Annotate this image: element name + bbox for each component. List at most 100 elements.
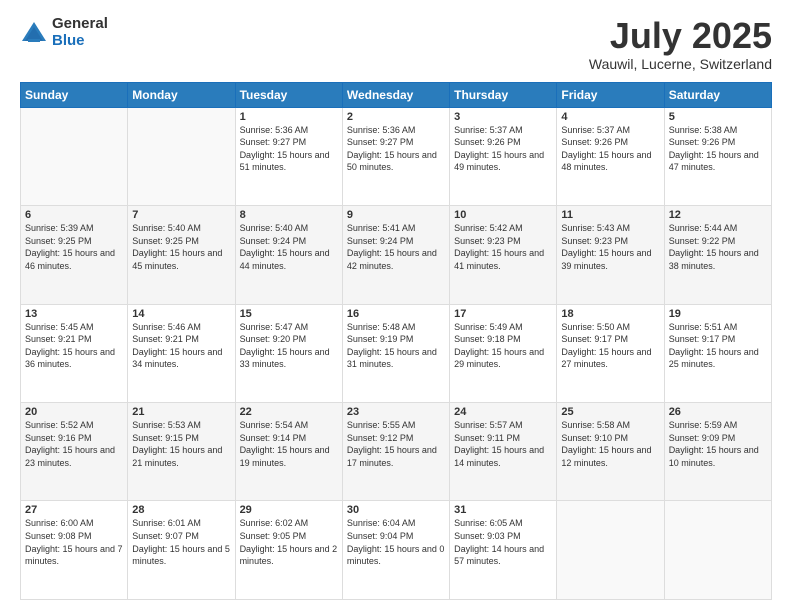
calendar-day-cell: 3Sunrise: 5:37 AMSunset: 9:26 PMDaylight…: [450, 107, 557, 205]
day-number: 11: [561, 209, 659, 221]
calendar-day-cell: 20Sunrise: 5:52 AMSunset: 9:16 PMDayligh…: [21, 403, 128, 501]
day-info: Sunrise: 5:54 AMSunset: 9:14 PMDaylight:…: [240, 419, 338, 469]
day-of-week-header: Tuesday: [235, 82, 342, 107]
page: General Blue July 2025 Wauwil, Lucerne, …: [0, 0, 792, 612]
day-number: 1: [240, 111, 338, 123]
day-number: 13: [25, 308, 123, 320]
day-of-week-header: Thursday: [450, 82, 557, 107]
day-info: Sunrise: 5:43 AMSunset: 9:23 PMDaylight:…: [561, 222, 659, 272]
day-number: 7: [132, 209, 230, 221]
day-number: 19: [669, 308, 767, 320]
day-info: Sunrise: 6:02 AMSunset: 9:05 PMDaylight:…: [240, 517, 338, 567]
calendar-day-cell: 30Sunrise: 6:04 AMSunset: 9:04 PMDayligh…: [342, 501, 449, 600]
day-info: Sunrise: 6:00 AMSunset: 9:08 PMDaylight:…: [25, 517, 123, 567]
calendar-day-cell: 8Sunrise: 5:40 AMSunset: 9:24 PMDaylight…: [235, 206, 342, 304]
day-info: Sunrise: 5:57 AMSunset: 9:11 PMDaylight:…: [454, 419, 552, 469]
calendar-day-cell: 26Sunrise: 5:59 AMSunset: 9:09 PMDayligh…: [664, 403, 771, 501]
day-number: 31: [454, 504, 552, 516]
day-info: Sunrise: 5:36 AMSunset: 9:27 PMDaylight:…: [347, 124, 445, 174]
day-number: 10: [454, 209, 552, 221]
calendar-day-cell: 25Sunrise: 5:58 AMSunset: 9:10 PMDayligh…: [557, 403, 664, 501]
calendar-day-cell: 18Sunrise: 5:50 AMSunset: 9:17 PMDayligh…: [557, 304, 664, 402]
day-of-week-header: Monday: [128, 82, 235, 107]
calendar-day-cell: [21, 107, 128, 205]
calendar-day-cell: 23Sunrise: 5:55 AMSunset: 9:12 PMDayligh…: [342, 403, 449, 501]
calendar-day-cell: [664, 501, 771, 600]
day-number: 23: [347, 406, 445, 418]
calendar-day-cell: 1Sunrise: 5:36 AMSunset: 9:27 PMDaylight…: [235, 107, 342, 205]
day-number: 4: [561, 111, 659, 123]
header: General Blue July 2025 Wauwil, Lucerne, …: [20, 16, 772, 72]
day-number: 12: [669, 209, 767, 221]
day-info: Sunrise: 5:59 AMSunset: 9:09 PMDaylight:…: [669, 419, 767, 469]
calendar-day-cell: 29Sunrise: 6:02 AMSunset: 9:05 PMDayligh…: [235, 501, 342, 600]
day-number: 25: [561, 406, 659, 418]
logo-general-text: General: [52, 16, 108, 33]
calendar-week-row: 6Sunrise: 5:39 AMSunset: 9:25 PMDaylight…: [21, 206, 772, 304]
title-location: Wauwil, Lucerne, Switzerland: [589, 56, 772, 72]
calendar-day-cell: 12Sunrise: 5:44 AMSunset: 9:22 PMDayligh…: [664, 206, 771, 304]
day-info: Sunrise: 5:55 AMSunset: 9:12 PMDaylight:…: [347, 419, 445, 469]
day-of-week-header: Saturday: [664, 82, 771, 107]
day-number: 16: [347, 308, 445, 320]
day-number: 5: [669, 111, 767, 123]
calendar-day-cell: 28Sunrise: 6:01 AMSunset: 9:07 PMDayligh…: [128, 501, 235, 600]
day-number: 14: [132, 308, 230, 320]
day-of-week-header: Wednesday: [342, 82, 449, 107]
logo-icon: [20, 19, 48, 47]
calendar-day-cell: 11Sunrise: 5:43 AMSunset: 9:23 PMDayligh…: [557, 206, 664, 304]
calendar-day-cell: 22Sunrise: 5:54 AMSunset: 9:14 PMDayligh…: [235, 403, 342, 501]
title-block: July 2025 Wauwil, Lucerne, Switzerland: [589, 16, 772, 72]
day-info: Sunrise: 5:37 AMSunset: 9:26 PMDaylight:…: [561, 124, 659, 174]
calendar-day-cell: 10Sunrise: 5:42 AMSunset: 9:23 PMDayligh…: [450, 206, 557, 304]
day-info: Sunrise: 5:50 AMSunset: 9:17 PMDaylight:…: [561, 321, 659, 371]
calendar-day-cell: 27Sunrise: 6:00 AMSunset: 9:08 PMDayligh…: [21, 501, 128, 600]
calendar-day-cell: 4Sunrise: 5:37 AMSunset: 9:26 PMDaylight…: [557, 107, 664, 205]
day-info: Sunrise: 5:42 AMSunset: 9:23 PMDaylight:…: [454, 222, 552, 272]
day-number: 15: [240, 308, 338, 320]
day-number: 26: [669, 406, 767, 418]
day-number: 3: [454, 111, 552, 123]
calendar-day-cell: 16Sunrise: 5:48 AMSunset: 9:19 PMDayligh…: [342, 304, 449, 402]
calendar-day-cell: 7Sunrise: 5:40 AMSunset: 9:25 PMDaylight…: [128, 206, 235, 304]
calendar-day-cell: 24Sunrise: 5:57 AMSunset: 9:11 PMDayligh…: [450, 403, 557, 501]
day-info: Sunrise: 5:49 AMSunset: 9:18 PMDaylight:…: [454, 321, 552, 371]
calendar-day-cell: 2Sunrise: 5:36 AMSunset: 9:27 PMDaylight…: [342, 107, 449, 205]
day-info: Sunrise: 5:52 AMSunset: 9:16 PMDaylight:…: [25, 419, 123, 469]
calendar-week-row: 27Sunrise: 6:00 AMSunset: 9:08 PMDayligh…: [21, 501, 772, 600]
day-info: Sunrise: 5:40 AMSunset: 9:24 PMDaylight:…: [240, 222, 338, 272]
calendar-day-cell: [128, 107, 235, 205]
calendar-day-cell: 6Sunrise: 5:39 AMSunset: 9:25 PMDaylight…: [21, 206, 128, 304]
calendar-day-cell: [557, 501, 664, 600]
day-info: Sunrise: 5:39 AMSunset: 9:25 PMDaylight:…: [25, 222, 123, 272]
calendar-day-cell: 17Sunrise: 5:49 AMSunset: 9:18 PMDayligh…: [450, 304, 557, 402]
day-info: Sunrise: 5:51 AMSunset: 9:17 PMDaylight:…: [669, 321, 767, 371]
day-number: 28: [132, 504, 230, 516]
day-number: 22: [240, 406, 338, 418]
calendar-day-cell: 31Sunrise: 6:05 AMSunset: 9:03 PMDayligh…: [450, 501, 557, 600]
day-info: Sunrise: 5:46 AMSunset: 9:21 PMDaylight:…: [132, 321, 230, 371]
day-of-week-header: Friday: [557, 82, 664, 107]
calendar-header-row: SundayMondayTuesdayWednesdayThursdayFrid…: [21, 82, 772, 107]
day-number: 9: [347, 209, 445, 221]
day-info: Sunrise: 5:48 AMSunset: 9:19 PMDaylight:…: [347, 321, 445, 371]
calendar-table: SundayMondayTuesdayWednesdayThursdayFrid…: [20, 82, 772, 600]
day-info: Sunrise: 6:05 AMSunset: 9:03 PMDaylight:…: [454, 517, 552, 567]
day-info: Sunrise: 6:04 AMSunset: 9:04 PMDaylight:…: [347, 517, 445, 567]
calendar-day-cell: 21Sunrise: 5:53 AMSunset: 9:15 PMDayligh…: [128, 403, 235, 501]
day-number: 6: [25, 209, 123, 221]
logo: General Blue: [20, 16, 108, 49]
calendar-week-row: 1 Sunrise: 5:36 AMSunset: 9:27 PMDaylight…: [21, 107, 772, 205]
day-number: 27: [25, 504, 123, 516]
day-number: 21: [132, 406, 230, 418]
calendar-day-cell: 19Sunrise: 5:51 AMSunset: 9:17 PMDayligh…: [664, 304, 771, 402]
day-of-week-header: Sunday: [21, 82, 128, 107]
day-info: Sunrise: 5:44 AMSunset: 9:22 PMDaylight:…: [669, 222, 767, 272]
title-month: July 2025: [589, 16, 772, 56]
logo-blue-text: Blue: [52, 33, 108, 50]
calendar-week-row: 13Sunrise: 5:45 AMSunset: 9:21 PMDayligh…: [21, 304, 772, 402]
day-number: 8: [240, 209, 338, 221]
calendar-day-cell: 13Sunrise: 5:45 AMSunset: 9:21 PMDayligh…: [21, 304, 128, 402]
day-number: 17: [454, 308, 552, 320]
day-info: Sunrise: 5:38 AMSunset: 9:26 PMDaylight:…: [669, 124, 767, 174]
